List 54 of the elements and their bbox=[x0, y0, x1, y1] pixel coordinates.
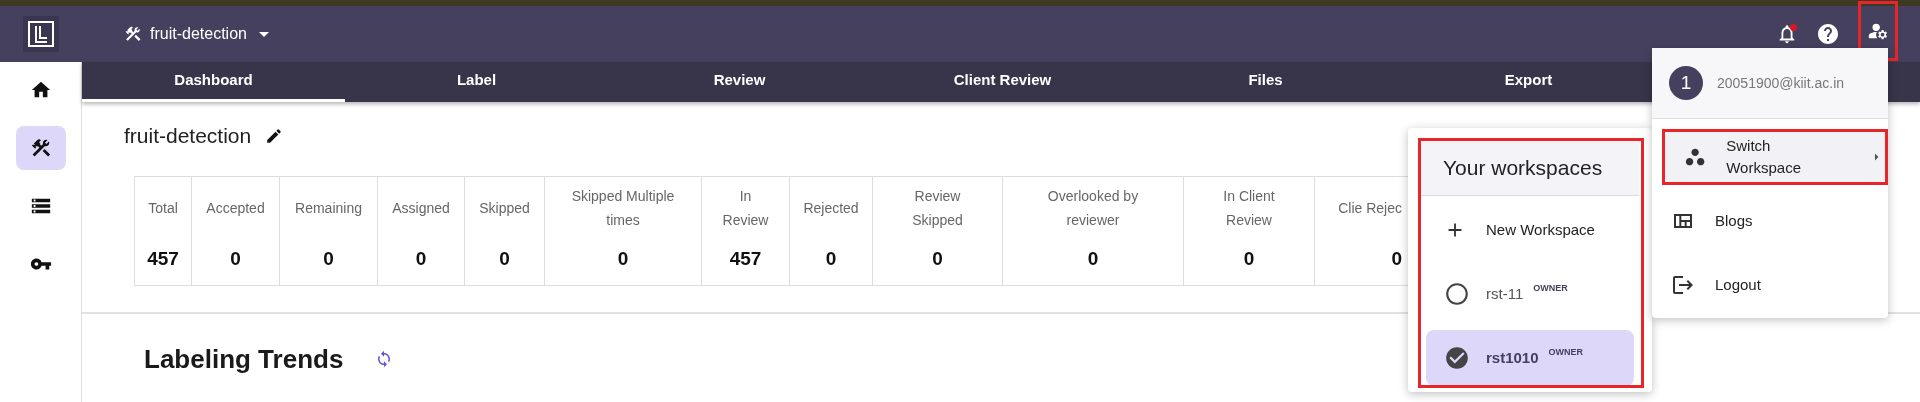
stat-value: 0 bbox=[323, 246, 334, 271]
user-email: 20051900@kiit.ac.in bbox=[1717, 73, 1845, 93]
page-title: fruit-detection bbox=[124, 123, 252, 149]
tab[interactable]: Files bbox=[1134, 62, 1397, 102]
stat-value: 457 bbox=[147, 246, 179, 271]
tab[interactable]: Client Review bbox=[871, 62, 1134, 102]
pencil-icon[interactable] bbox=[265, 126, 284, 145]
panel-title: Your workspaces bbox=[1443, 155, 1603, 182]
stat-label: Clie Rejec bbox=[1338, 198, 1402, 218]
stat-value: 0 bbox=[1391, 246, 1402, 271]
stat-label: Total bbox=[148, 198, 178, 218]
stat-label: In Review bbox=[722, 186, 769, 230]
tab[interactable]: Label bbox=[345, 62, 608, 102]
role-label: OWNER bbox=[1548, 346, 1584, 360]
sidebar-item[interactable] bbox=[15, 126, 66, 170]
workspace-item[interactable]: rst1010 OWNER bbox=[1426, 330, 1634, 386]
tools-icon bbox=[124, 25, 142, 43]
stat-value: 457 bbox=[729, 246, 762, 271]
avatar: 1 bbox=[1669, 66, 1703, 100]
check-icon bbox=[1444, 345, 1470, 371]
logo-icon[interactable] bbox=[23, 16, 59, 52]
stat-label: Skipped Multiple times bbox=[570, 186, 676, 230]
radio-icon bbox=[1444, 281, 1470, 307]
stat-label: In Client Review bbox=[1222, 186, 1276, 230]
new-workspace-item[interactable]: New Workspace bbox=[1426, 202, 1634, 258]
stat-value: 0 bbox=[932, 246, 943, 271]
tab[interactable]: Review bbox=[608, 62, 871, 102]
stat-value: 0 bbox=[415, 246, 427, 271]
menu-item[interactable]: Switch Workspace bbox=[1662, 129, 1888, 185]
stat-label: Overlooked by reviewer bbox=[1046, 186, 1140, 230]
help-icon[interactable] bbox=[1816, 22, 1840, 46]
section-title: Labeling Trends bbox=[144, 342, 344, 376]
stat-value: 0 bbox=[1087, 246, 1099, 271]
stat-value: 0 bbox=[825, 246, 837, 271]
stat-label: Remaining bbox=[295, 198, 362, 218]
tab[interactable]: Export bbox=[1397, 62, 1660, 102]
role-label: OWNER bbox=[1533, 282, 1568, 296]
tab[interactable]: Dashboard bbox=[82, 62, 345, 102]
stat-label: Rejected bbox=[803, 198, 859, 218]
project-selector[interactable]: fruit-detection bbox=[124, 22, 269, 46]
stat-value: 0 bbox=[499, 246, 510, 271]
stat-label: Assigned bbox=[392, 198, 450, 218]
stat-value: 0 bbox=[617, 246, 629, 271]
menu-item[interactable]: Blogs bbox=[1652, 193, 1888, 249]
menu-item[interactable]: Logout bbox=[1652, 257, 1888, 313]
stat-label: Skipped bbox=[479, 198, 530, 218]
stat-value: 0 bbox=[1243, 246, 1255, 271]
caret-icon bbox=[258, 31, 269, 37]
tools-icon bbox=[29, 137, 52, 159]
stat-label: Accepted bbox=[206, 198, 265, 218]
stat-label: Review Skipped bbox=[911, 186, 964, 230]
logout-icon bbox=[1671, 273, 1695, 297]
workspace-item[interactable]: rst-11 OWNER bbox=[1426, 266, 1634, 322]
stat-value: 0 bbox=[230, 246, 241, 271]
